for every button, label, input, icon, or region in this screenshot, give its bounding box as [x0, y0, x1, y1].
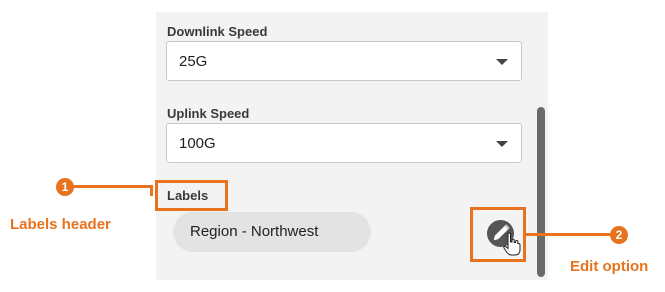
labels-header: Labels [167, 188, 209, 203]
label-chip: Region - Northwest [173, 212, 371, 252]
callout-1-badge: 1 [56, 178, 74, 196]
downlink-speed-value: 25G [179, 53, 208, 70]
scrollbar[interactable] [537, 107, 545, 277]
uplink-speed-value: 100G [179, 135, 216, 152]
uplink-speed-select[interactable]: 100G [166, 123, 522, 163]
downlink-speed-select[interactable]: 25G [166, 41, 522, 81]
callout-1-text: Labels header [10, 216, 111, 233]
chevron-down-icon [496, 59, 508, 65]
callout-1-line [74, 185, 152, 188]
hand-cursor-icon [503, 232, 521, 256]
callout-1-line [150, 185, 153, 196]
callout-2-line [526, 233, 610, 236]
callout-2-text: Edit option [570, 258, 649, 275]
labels-header-highlight: Labels [155, 180, 228, 211]
chevron-down-icon [496, 141, 508, 147]
uplink-speed-label: Uplink Speed [167, 106, 250, 121]
edit-option-highlight [470, 207, 526, 262]
callout-2-badge: 2 [610, 226, 628, 244]
downlink-speed-label: Downlink Speed [167, 24, 268, 39]
label-chip-text: Region - Northwest [190, 223, 319, 240]
